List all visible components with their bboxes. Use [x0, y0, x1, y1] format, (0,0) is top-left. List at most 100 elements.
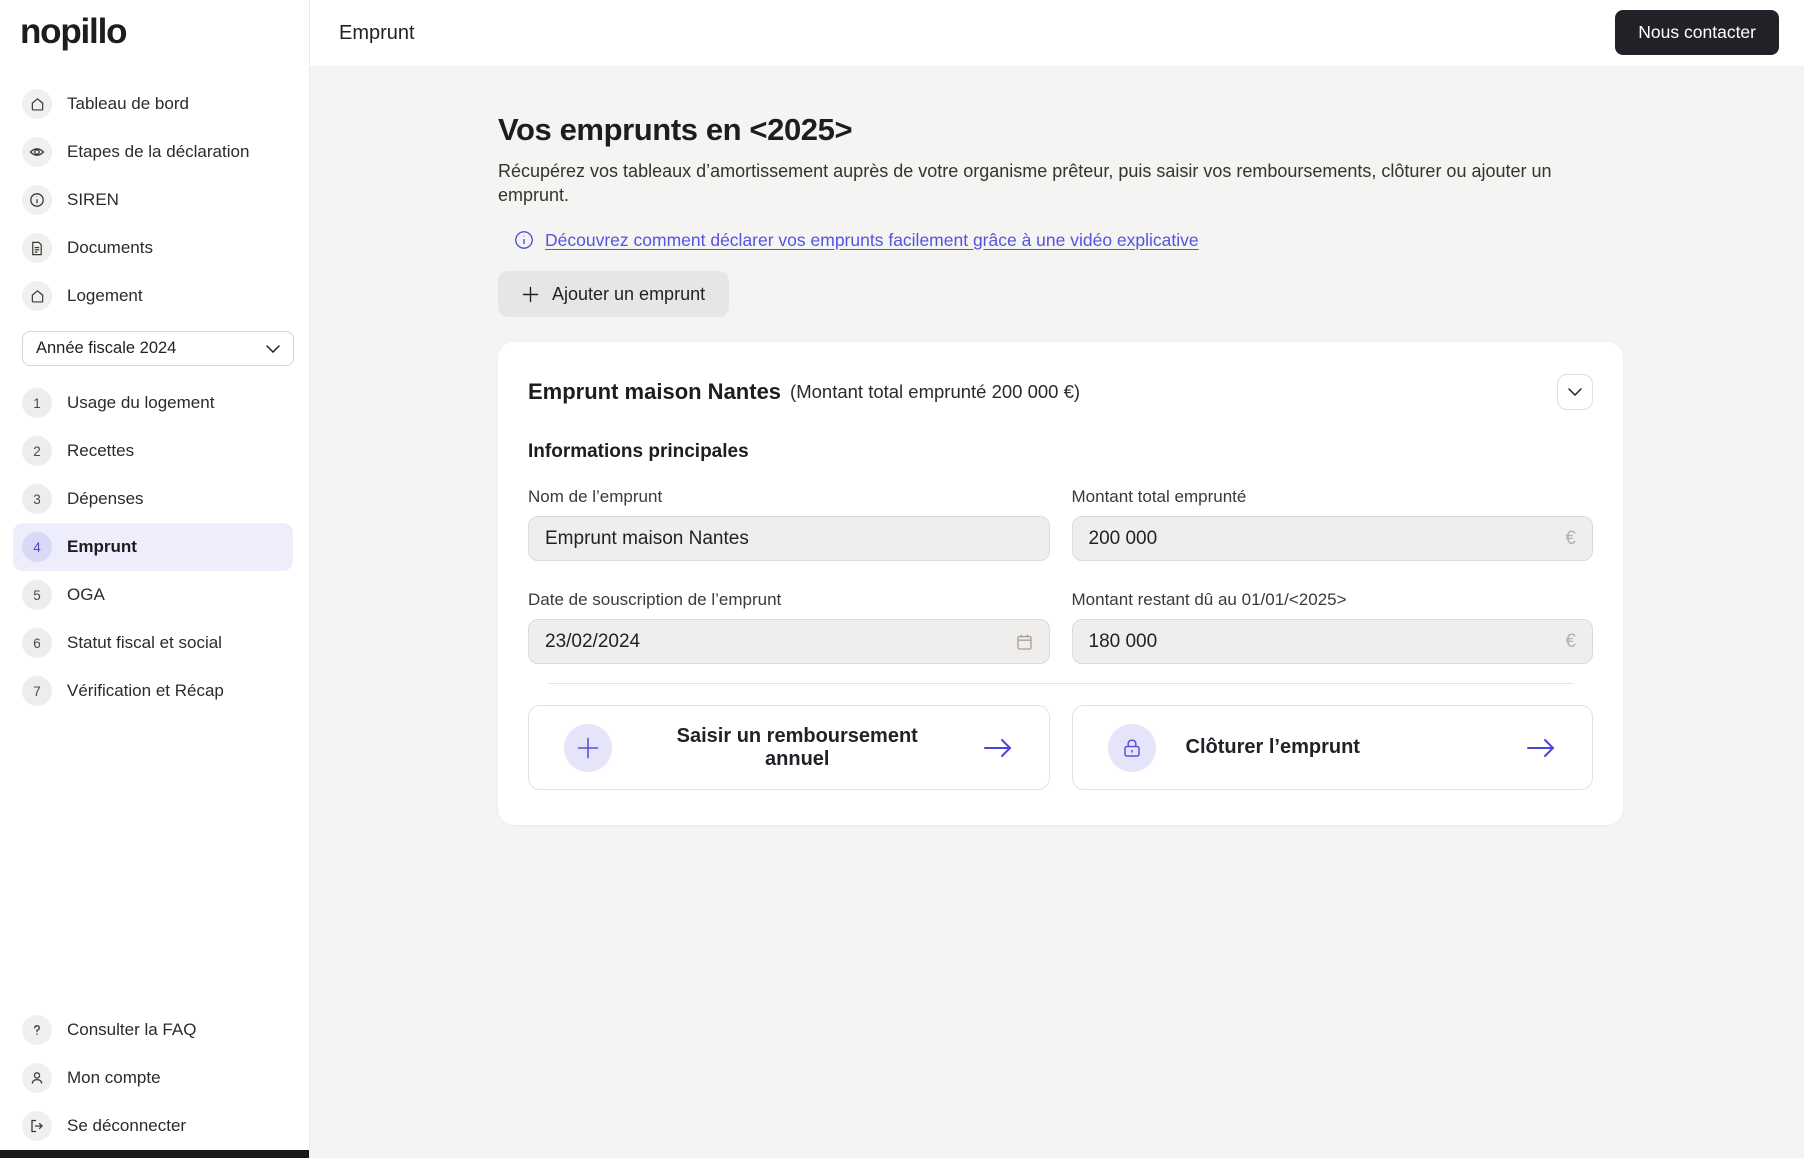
sidebar-item-tableau-de-bord[interactable]: Tableau de bord: [0, 80, 309, 128]
sidebar-item-etapes[interactable]: Etapes de la déclaration: [0, 128, 309, 176]
sidebar: nopillo Tableau de bord Etapes de la déc…: [0, 0, 310, 1158]
sidebar-item-label: Mon compte: [67, 1068, 161, 1087]
eye-icon: [22, 137, 52, 167]
field-label: Montant restant dû au 01/01/<2025>: [1071, 590, 1347, 609]
sidebar-item-siren[interactable]: SIREN: [0, 176, 309, 224]
sidebar-footer-nav: Consulter la FAQ Mon compte Se déconnect…: [0, 1006, 309, 1150]
field-label: Montant total emprunté: [1071, 487, 1247, 506]
step-depenses[interactable]: 3 Dépenses: [13, 475, 293, 523]
question-icon: [22, 1015, 52, 1045]
card-divider: [548, 683, 1573, 684]
sidebar-nav: Tableau de bord Etapes de la déclaration…: [0, 80, 309, 320]
sidebar-item-label: Se déconnecter: [67, 1116, 187, 1135]
user-icon: [22, 1063, 52, 1093]
arrow-right-icon: [983, 738, 1013, 758]
sidebar-item-label: Etapes de la déclaration: [67, 142, 250, 161]
remaining-amount-field: €: [1071, 619, 1593, 664]
step-oga[interactable]: 5 OGA: [13, 571, 293, 619]
step-label: Recettes: [67, 441, 135, 460]
sidebar-item-logout[interactable]: Se déconnecter: [0, 1102, 309, 1150]
step-number: 7: [22, 676, 52, 706]
topbar: Emprunt Nous contacter: [310, 0, 1804, 66]
home-icon: [22, 281, 52, 311]
step-emprunt-active[interactable]: 4 Emprunt: [13, 523, 293, 571]
sidebar-item-documents[interactable]: Documents: [0, 224, 309, 272]
fiscal-year-label: Année fiscale 2024: [36, 339, 177, 357]
chevron-down-icon: [266, 344, 280, 353]
step-label: Usage du logement: [67, 393, 215, 412]
step-label: Dépenses: [67, 489, 144, 508]
info-icon: [515, 231, 533, 249]
page-subtitle: Récupérez vos tableaux d’amortissement a…: [498, 161, 1552, 205]
sidebar-item-faq[interactable]: Consulter la FAQ: [0, 1006, 309, 1054]
add-loan-label: Ajouter un emprunt: [552, 283, 706, 304]
main-area: Emprunt Nous contacter Vos emprunts en <…: [310, 0, 1804, 1158]
step-usage-du-logement[interactable]: 1 Usage du logement: [13, 379, 293, 427]
close-loan-button[interactable]: Clôturer l’emprunt: [1071, 705, 1593, 790]
step-number: 3: [22, 484, 52, 514]
loan-card-header: Emprunt maison Nantes (Montant total emp…: [528, 374, 1593, 410]
step-number: 4: [22, 532, 52, 562]
step-verification[interactable]: 7 Vérification et Récap: [13, 667, 293, 715]
step-number: 2: [22, 436, 52, 466]
sidebar-item-logement[interactable]: Logement: [0, 272, 309, 320]
page-title: Vos emprunts en <2025>: [498, 112, 853, 147]
step-recettes[interactable]: 2 Recettes: [13, 427, 293, 475]
action-label: Clôturer l’emprunt: [1185, 736, 1360, 758]
step-label: Statut fiscal et social: [67, 633, 222, 652]
logout-icon: [22, 1111, 52, 1141]
document-icon: [22, 233, 52, 263]
remaining-amount-input[interactable]: [1088, 630, 1556, 653]
plus-icon: [564, 723, 612, 772]
section-title: Informations principales: [528, 441, 749, 462]
loan-form: Nom de l’emprunt Montant total emprunté …: [528, 486, 1593, 664]
arrow-right-icon: [1526, 738, 1556, 758]
fiscal-year-select[interactable]: Année fiscale 2024: [22, 331, 294, 366]
calendar-icon[interactable]: [1016, 633, 1033, 651]
video-help-row: Découvrez comment déclarer vos emprunts …: [514, 228, 1623, 252]
content: Vos emprunts en <2025> Récupérez vos tab…: [498, 66, 1623, 825]
total-amount-input[interactable]: [1088, 527, 1556, 550]
collapse-card-button[interactable]: [1557, 374, 1593, 410]
page-breadcrumb: Emprunt: [339, 21, 415, 44]
form-group-subscription-date: Date de souscription de l’emprunt: [528, 589, 1050, 664]
contact-us-button[interactable]: Nous contacter: [1615, 10, 1779, 55]
field-label: Nom de l’emprunt: [528, 487, 663, 506]
subscription-date-field: [528, 619, 1050, 664]
step-label: Emprunt: [67, 537, 137, 556]
step-number: 6: [22, 628, 52, 658]
add-loan-button[interactable]: Ajouter un emprunt: [498, 271, 730, 317]
chevron-down-icon: [1568, 388, 1582, 396]
action-label: Saisir un remboursement annuel: [676, 724, 918, 770]
sidebar-bottom-bar: [0, 1150, 309, 1158]
sidebar-item-mon-compte[interactable]: Mon compte: [0, 1054, 309, 1102]
loan-card: Emprunt maison Nantes (Montant total emp…: [498, 342, 1623, 825]
subscription-date-input[interactable]: [545, 630, 1006, 653]
plus-icon: [522, 286, 539, 302]
sidebar-item-label: Tableau de bord: [67, 94, 189, 113]
step-label: OGA: [67, 585, 105, 604]
sidebar-item-label: Documents: [67, 238, 153, 257]
loan-actions: Saisir un remboursement annuel Clôturer …: [528, 705, 1593, 790]
sidebar-item-label: Consulter la FAQ: [67, 1020, 197, 1039]
field-label: Date de souscription de l’emprunt: [528, 590, 782, 609]
form-group-remaining-amount: Montant restant dû au 01/01/<2025> €: [1071, 589, 1593, 664]
app-root: nopillo Tableau de bord Etapes de la déc…: [0, 0, 1804, 1158]
add-repayment-button[interactable]: Saisir un remboursement annuel: [528, 705, 1050, 790]
loan-title: Emprunt maison Nantes: [528, 379, 782, 404]
loan-name-input[interactable]: [545, 527, 1033, 550]
euro-suffix: €: [1565, 630, 1576, 652]
lock-icon: [1107, 723, 1156, 772]
home-icon: [22, 89, 52, 119]
step-number: 1: [22, 388, 52, 418]
loan-name-field: [528, 516, 1050, 561]
form-group-loan-name: Nom de l’emprunt: [528, 486, 1050, 561]
loan-total-summary: (Montant total emprunté 200 000 €): [790, 381, 1081, 402]
euro-suffix: €: [1565, 527, 1576, 549]
sidebar-item-label: Logement: [67, 286, 143, 305]
brand-logo: nopillo: [20, 12, 127, 51]
step-statut-fiscal[interactable]: 6 Statut fiscal et social: [13, 619, 293, 667]
video-tutorial-link[interactable]: Découvrez comment déclarer vos emprunts …: [545, 230, 1199, 251]
info-icon: [22, 185, 52, 215]
step-number: 5: [22, 580, 52, 610]
